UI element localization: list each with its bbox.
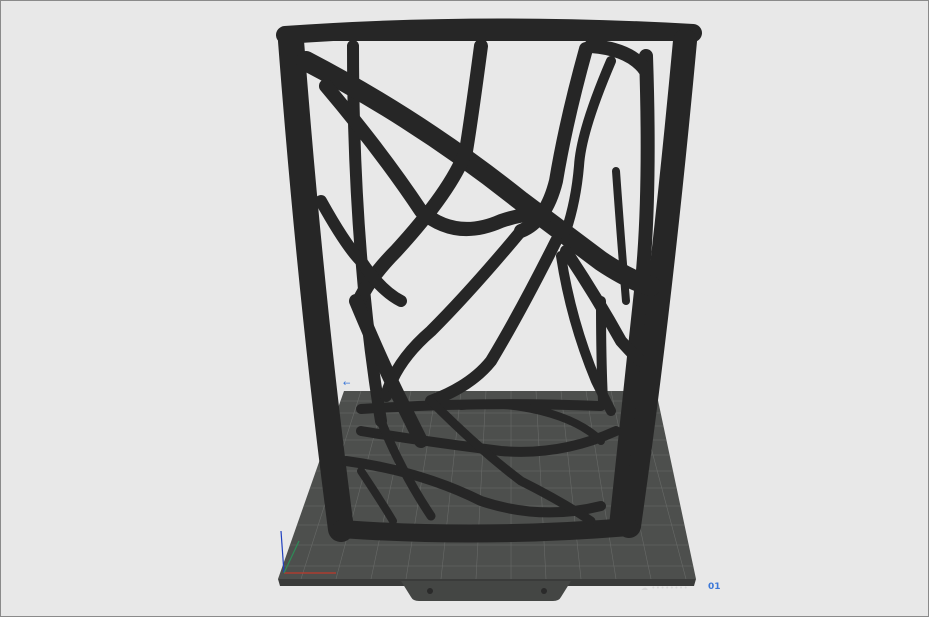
- build-plate-label: ☁ ••••••••: [641, 584, 689, 592]
- 3d-viewport[interactable]: ← ☁ •••••••• 01: [0, 0, 929, 617]
- plate-hole-right: [541, 588, 547, 594]
- plate-number: 01: [708, 582, 721, 592]
- plate-hole-left: [427, 588, 433, 594]
- voronoi-lattice-model[interactable]: [276, 18, 702, 543]
- 3d-scene[interactable]: [1, 1, 928, 616]
- model-left-post: [278, 28, 354, 542]
- model-bottom-rim: [332, 518, 638, 543]
- plate-corner-marker: ←: [343, 379, 351, 389]
